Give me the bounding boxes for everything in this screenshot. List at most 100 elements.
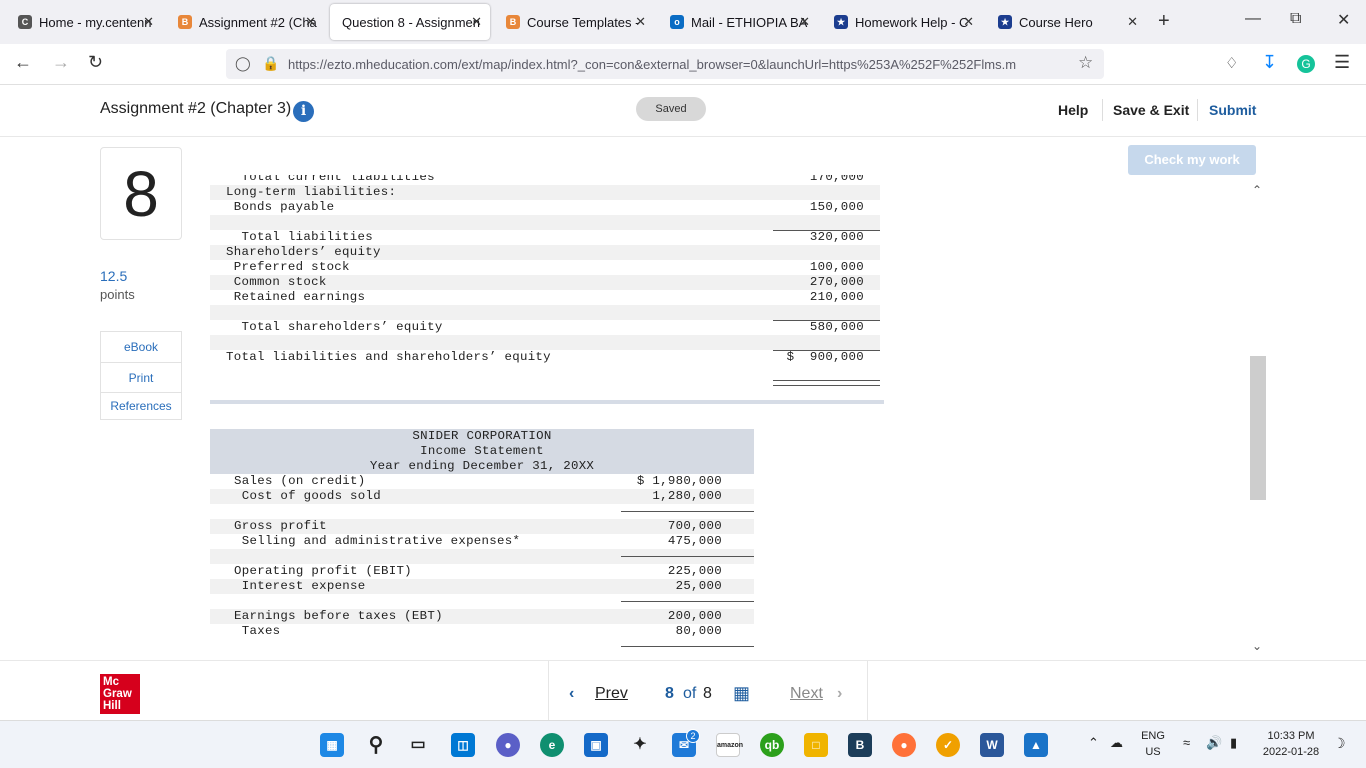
check-my-work-button[interactable]: Check my work — [1128, 145, 1256, 175]
onedrive-icon[interactable]: ☁ — [1110, 735, 1123, 751]
firefox-icon[interactable]: ● — [892, 733, 916, 757]
file-explorer-icon[interactable]: □ — [804, 733, 828, 757]
wifi-icon[interactable]: ≈ — [1183, 735, 1190, 750]
assignment-header: Assignment #2 (Chapter 3) i Saved Help S… — [0, 85, 1366, 137]
ebook-link[interactable]: eBook — [101, 340, 181, 354]
close-tab-icon[interactable]: ✕ — [799, 14, 810, 30]
balance-sheet-value: 100,000 — [809, 260, 864, 274]
balance-sheet-label: Common stock — [226, 275, 327, 289]
grid-icon[interactable]: ▦ — [733, 683, 750, 704]
chevron-right-icon[interactable]: › — [837, 685, 842, 703]
photos-icon[interactable]: ▲ — [1024, 733, 1048, 757]
task-view-icon[interactable]: ▭ — [406, 733, 430, 757]
back-icon[interactable]: ← — [14, 52, 32, 73]
close-tab-icon[interactable]: ✕ — [963, 14, 974, 30]
question-content: Total current liabilities 170,000 Long-ter… — [190, 175, 1250, 655]
close-tab-icon[interactable]: ✕ — [305, 14, 316, 30]
browser-tab[interactable]: C Home - my.centenn ✕ — [6, 4, 162, 40]
forward-icon[interactable]: → — [52, 52, 70, 73]
scroll-up-icon[interactable]: ⌃ — [1252, 183, 1262, 197]
balance-sheet-label: Shareholders’ equity — [226, 245, 381, 259]
income-statement-value: $ 1,980,000 — [636, 474, 722, 488]
amazon-icon[interactable]: amazon — [716, 733, 743, 757]
teams-chat-icon[interactable]: ● — [496, 733, 520, 757]
resource-links: eBook Print References — [100, 331, 182, 420]
browser-tab[interactable]: o Mail - ETHIOPIA BA ✕ — [658, 4, 818, 40]
balance-sheet-value: 170,000 — [809, 175, 864, 184]
balance-sheet-value — [770, 215, 864, 230]
company-name: SNIDER CORPORATION — [412, 429, 552, 443]
balance-sheet-label: Long-term liabilities: — [226, 185, 397, 199]
windows-start-icon[interactable]: ▦ — [320, 733, 344, 757]
help-button[interactable]: Help — [1058, 102, 1088, 118]
income-statement-label: Taxes — [234, 624, 281, 638]
references-link[interactable]: References — [101, 399, 181, 413]
download-icon[interactable]: ↧ — [1262, 52, 1277, 73]
divider — [1197, 99, 1198, 121]
browser-tab[interactable]: B Assignment #2 (Cha ✕ — [166, 4, 324, 40]
print-link[interactable]: Print — [101, 371, 181, 385]
submit-button[interactable]: Submit — [1209, 102, 1256, 118]
minimize-button[interactable]: — — [1245, 10, 1261, 28]
sum-rule — [621, 556, 754, 557]
reload-icon[interactable]: ↻ — [88, 52, 103, 73]
close-tab-icon[interactable]: ✕ — [471, 14, 482, 30]
balance-sheet-value — [770, 305, 864, 320]
bookmark-star-icon[interactable]: ☆ — [1078, 53, 1093, 73]
clock-date: 2022-01-28 — [1262, 746, 1320, 758]
balance-sheet-label: Total current liabilities — [226, 175, 435, 184]
chevron-left-icon[interactable]: ‹ — [569, 685, 574, 703]
grammarly-icon[interactable]: G — [1297, 55, 1315, 73]
b-app-icon[interactable]: B — [848, 733, 872, 757]
logo-line: Hill — [103, 700, 121, 712]
close-window-button[interactable]: ✕ — [1337, 10, 1350, 30]
pocket-icon[interactable]: ♢ — [1225, 54, 1238, 72]
norton-icon[interactable]: ✓ — [936, 733, 960, 757]
sum-rule — [621, 601, 754, 602]
balance-sheet-label: Total shareholders’ equity — [226, 320, 443, 334]
close-tab-icon[interactable]: ✕ — [635, 14, 646, 30]
restore-button[interactable]: ⧉ — [1290, 10, 1301, 28]
info-icon[interactable]: i — [293, 101, 314, 122]
browser-tab[interactable]: Question 8 - Assignmen ✕ — [330, 4, 490, 40]
volume-icon[interactable]: 🔊 — [1206, 735, 1222, 751]
statement-name: Income Statement — [420, 444, 544, 458]
save-exit-button[interactable]: Save & Exit — [1113, 102, 1189, 118]
close-tab-icon[interactable]: ✕ — [143, 14, 154, 30]
widgets-icon[interactable]: ◫ — [451, 733, 475, 757]
points-label: points — [100, 287, 135, 302]
browser-tab[interactable]: ★ Course Hero ✕ — [986, 4, 1146, 40]
income-statement-label: Interest expense — [234, 579, 366, 593]
chevron-up-icon[interactable]: ⌃ — [1088, 735, 1099, 751]
clock-time[interactable]: 10:33 PM — [1256, 730, 1326, 742]
menu-icon[interactable]: ☰ — [1334, 52, 1350, 73]
balance-sheet-value: 270,000 — [809, 275, 864, 289]
prev-button[interactable]: Prev — [595, 685, 628, 703]
income-statement-label: Selling and administrative expenses* — [234, 534, 521, 548]
store-icon[interactable]: ▣ — [584, 733, 608, 757]
word-icon[interactable]: W — [980, 733, 1004, 757]
search-icon[interactable]: ⚲ — [364, 733, 388, 757]
dropbox-icon[interactable]: ✦ — [628, 733, 652, 757]
browser-tab[interactable]: ★ Homework Help - C ✕ — [822, 4, 982, 40]
battery-icon[interactable]: ▮ — [1230, 735, 1237, 751]
edge-icon[interactable]: e — [540, 733, 564, 757]
close-tab-icon[interactable]: ✕ — [1127, 14, 1138, 30]
current-question: 8 — [665, 685, 674, 702]
next-button[interactable]: Next — [790, 685, 823, 703]
scrollbar-thumb[interactable] — [1250, 356, 1266, 500]
notifications-icon[interactable]: ☽ — [1333, 735, 1346, 752]
saved-status-badge: Saved — [636, 97, 706, 121]
content-scrollbar[interactable]: ⌃ ⌄ — [1250, 183, 1266, 657]
quickbooks-icon[interactable]: qb — [760, 733, 784, 757]
language-label[interactable]: ENG — [1138, 730, 1168, 742]
new-tab-button[interactable]: + — [1158, 10, 1170, 33]
income-statement-value: 80,000 — [675, 624, 722, 638]
income-statement-value: 1,280,000 — [652, 489, 722, 503]
address-bar[interactable]: ◯ 🔒 https://ezto.mheducation.com/ext/map… — [226, 49, 1104, 79]
scroll-down-icon[interactable]: ⌄ — [1252, 639, 1262, 653]
balance-sheet-value — [770, 245, 864, 260]
assignment-title: Assignment #2 (Chapter 3) — [100, 100, 292, 117]
browser-tab[interactable]: B Course Templates - ✕ — [494, 4, 654, 40]
balance-sheet-label: Preferred stock — [226, 260, 350, 274]
